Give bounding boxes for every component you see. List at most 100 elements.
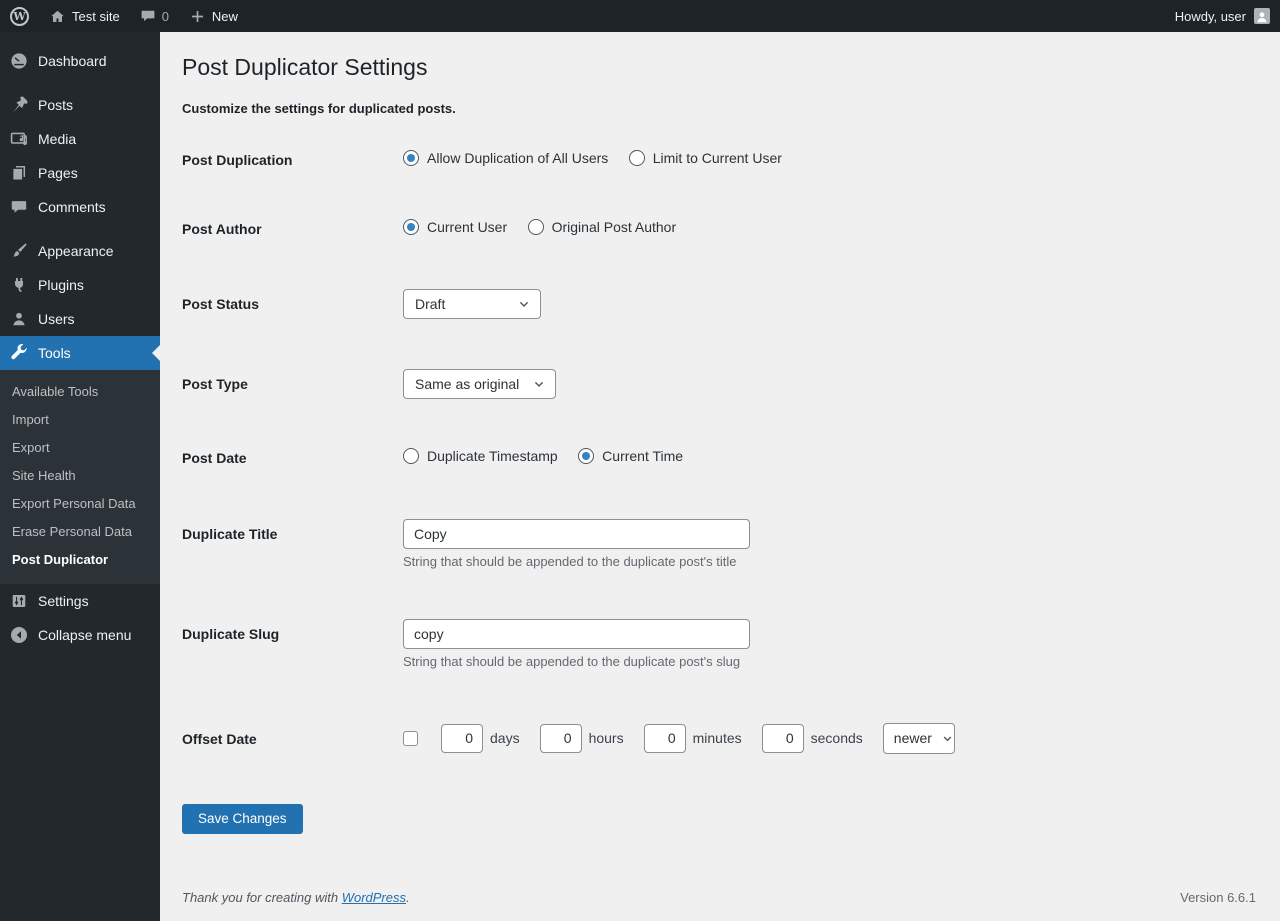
duplicate-title-input[interactable]	[403, 519, 750, 549]
field-label: Post Type	[182, 369, 403, 399]
sidebar-subitem-available-tools[interactable]: Available Tools	[0, 378, 160, 406]
page-subtitle: Customize the settings for duplicated po…	[182, 101, 1260, 116]
unit-label-days: days	[490, 730, 520, 746]
sidebar-item-appearance[interactable]: Appearance	[0, 234, 160, 268]
sidebar-item-pages[interactable]: Pages	[0, 156, 160, 190]
save-changes-button[interactable]: Save Changes	[182, 804, 303, 834]
sidebar-subitem-site-health[interactable]: Site Health	[0, 462, 160, 490]
dashboard-icon	[9, 51, 29, 71]
sidebar-subitem-erase-personal-data[interactable]: Erase Personal Data	[0, 518, 160, 546]
radio-label: Limit to Current User	[653, 150, 782, 166]
selected-value: Same as original	[415, 376, 519, 392]
sidebar-item-label: Settings	[38, 593, 89, 609]
offset-days-input[interactable]	[441, 724, 483, 753]
radio-button-icon[interactable]	[578, 448, 594, 464]
sidebar-item-posts[interactable]: Posts	[0, 88, 160, 122]
field-label: Post Status	[182, 289, 403, 319]
home-icon	[49, 8, 66, 25]
sidebar-item-dashboard[interactable]: Dashboard	[0, 44, 160, 78]
row-post-type: Post Type Same as original	[182, 344, 1260, 424]
sidebar-item-label: Collapse menu	[38, 627, 131, 643]
avatar	[1254, 8, 1270, 24]
radio-button-icon[interactable]	[629, 150, 645, 166]
offset-hours-input[interactable]	[540, 724, 582, 753]
radio-button-icon[interactable]	[403, 150, 419, 166]
comments-menu[interactable]: 0	[130, 0, 179, 32]
collapse-arrow-icon	[9, 625, 29, 645]
sidebar-subitem-import[interactable]: Import	[0, 406, 160, 434]
brush-icon	[9, 241, 29, 261]
field-label: Post Date	[182, 448, 403, 469]
radio-label: Current Time	[602, 448, 683, 464]
offset-seconds-input[interactable]	[762, 724, 804, 753]
duplicate-slug-input[interactable]	[403, 619, 750, 649]
media-icon	[9, 129, 29, 149]
pages-icon	[9, 163, 29, 183]
field-label: Duplicate Slug	[182, 619, 403, 669]
wordpress-link[interactable]: WordPress	[342, 890, 406, 905]
radio-button-icon[interactable]	[528, 219, 544, 235]
sidebar-subitem-export[interactable]: Export	[0, 434, 160, 462]
radio-allow-all-users[interactable]: Allow Duplication of All Users	[403, 150, 608, 166]
radio-label: Current User	[427, 219, 507, 235]
admin-bar: W Test site 0 New Howdy, user	[0, 0, 1280, 32]
row-post-status: Post Status Draft	[182, 264, 1260, 344]
sidebar-item-label: Pages	[38, 165, 78, 181]
sidebar-item-label: Comments	[38, 199, 106, 215]
sidebar-item-settings[interactable]: Settings	[0, 584, 160, 618]
radio-limit-current-user[interactable]: Limit to Current User	[629, 150, 782, 166]
row-duplicate-title: Duplicate Title String that should be ap…	[182, 493, 1260, 593]
field-label: Post Author	[182, 219, 403, 240]
my-account-menu[interactable]: Howdy, user	[1175, 8, 1280, 24]
unit-label-minutes: minutes	[693, 730, 742, 746]
radio-current-user[interactable]: Current User	[403, 219, 507, 235]
new-label: New	[212, 9, 238, 24]
site-name-menu[interactable]: Test site	[39, 0, 130, 32]
chevron-down-icon	[516, 296, 532, 312]
sidebar-item-users[interactable]: Users	[0, 302, 160, 336]
help-text: String that should be appended to the du…	[403, 654, 1260, 669]
sidebar-item-label: Tools	[38, 345, 71, 361]
row-duplicate-slug: Duplicate Slug String that should be app…	[182, 593, 1260, 693]
sidebar-item-label: Dashboard	[38, 53, 107, 69]
radio-button-icon[interactable]	[403, 448, 419, 464]
collapse-menu-button[interactable]: Collapse menu	[0, 618, 160, 652]
selected-value: Draft	[415, 296, 445, 312]
sidebar-item-tools[interactable]: Tools	[0, 336, 160, 370]
plus-icon	[189, 8, 206, 25]
post-type-select[interactable]: Same as original	[403, 369, 556, 399]
unit-label-hours: hours	[589, 730, 624, 746]
sidebar-subitem-export-personal-data[interactable]: Export Personal Data	[0, 490, 160, 518]
offset-minutes-input[interactable]	[644, 724, 686, 753]
comment-count: 0	[162, 9, 169, 24]
admin-footer: Thank you for creating with WordPress. V…	[182, 890, 1256, 905]
page-title: Post Duplicator Settings	[182, 44, 1260, 87]
admin-bar-left: W Test site 0 New	[0, 0, 248, 32]
site-name-label: Test site	[72, 9, 120, 24]
comments-icon	[9, 197, 29, 217]
sidebar-item-plugins[interactable]: Plugins	[0, 268, 160, 302]
offset-date-checkbox[interactable]	[403, 731, 418, 746]
plugin-icon	[9, 275, 29, 295]
sidebar-item-media[interactable]: Media	[0, 122, 160, 156]
radio-current-time[interactable]: Current Time	[578, 448, 683, 464]
wordpress-logo-menu[interactable]: W	[0, 0, 39, 32]
post-status-select[interactable]: Draft	[403, 289, 541, 319]
comment-bubble-icon	[140, 8, 156, 24]
row-post-date: Post Date Duplicate Timestamp Current Ti…	[182, 424, 1260, 493]
radio-button-icon[interactable]	[403, 219, 419, 235]
offset-direction-select[interactable]: newer	[883, 723, 955, 754]
selected-value: newer	[894, 730, 932, 746]
new-content-menu[interactable]: New	[179, 0, 248, 32]
sidebar-item-label: Appearance	[38, 243, 114, 259]
radio-duplicate-timestamp[interactable]: Duplicate Timestamp	[403, 448, 558, 464]
footer-version: Version 6.6.1	[1180, 890, 1256, 905]
sidebar-item-label: Users	[38, 311, 75, 327]
chevron-down-icon	[531, 376, 547, 392]
radio-original-post-author[interactable]: Original Post Author	[528, 219, 677, 235]
sidebar-item-label: Posts	[38, 97, 73, 113]
sidebar-subitem-post-duplicator[interactable]: Post Duplicator	[0, 546, 160, 574]
radio-label: Original Post Author	[552, 219, 677, 235]
radio-label: Allow Duplication of All Users	[427, 150, 608, 166]
sidebar-item-comments[interactable]: Comments	[0, 190, 160, 224]
